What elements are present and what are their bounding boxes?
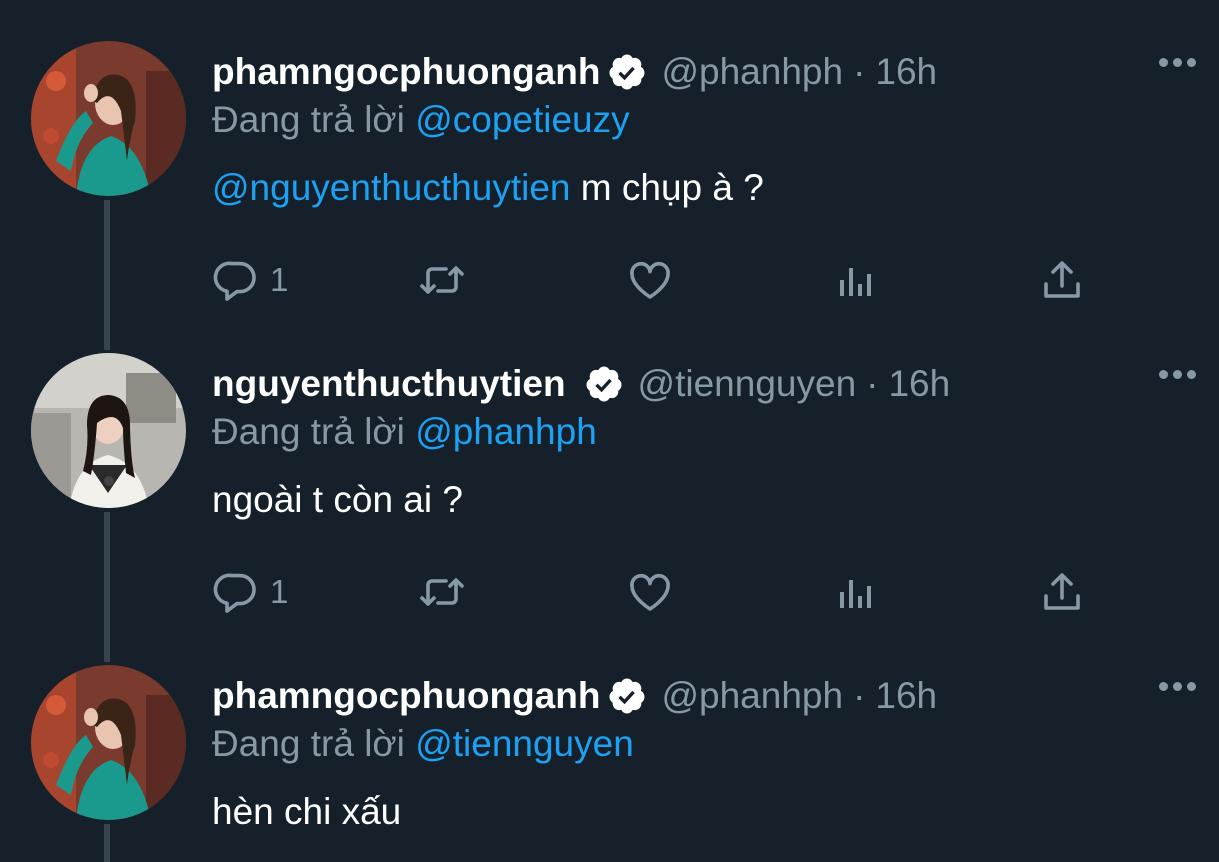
tweet-text: hèn chi xấu bbox=[212, 790, 401, 834]
share-icon bbox=[1044, 261, 1080, 298]
timestamp[interactable]: 16h bbox=[888, 362, 950, 406]
thread-line bbox=[104, 824, 110, 862]
user-handle[interactable]: @phanhph bbox=[661, 50, 843, 94]
analytics-button[interactable] bbox=[832, 568, 880, 616]
separator-dot: · bbox=[853, 675, 866, 716]
tweet-body: m chụp à ? bbox=[570, 167, 764, 208]
analytics-button[interactable] bbox=[832, 256, 880, 304]
more-options-icon[interactable] bbox=[1159, 370, 1196, 379]
tweet[interactable]: nguyenthucthuytien @tiennguyen · 16h Đan… bbox=[0, 312, 1219, 624]
thread-line bbox=[104, 312, 110, 350]
separator-dot: · bbox=[866, 363, 879, 404]
tweet-body: hèn chi xấu bbox=[212, 791, 402, 832]
more-options-icon[interactable] bbox=[1159, 58, 1196, 67]
display-name[interactable]: phamngocphuonganh bbox=[212, 50, 600, 94]
verified-badge-icon bbox=[609, 54, 645, 90]
reply-icon bbox=[213, 261, 256, 301]
retweet-icon bbox=[420, 266, 464, 294]
reply-label: Đang trả lời bbox=[212, 411, 405, 452]
thread-line bbox=[104, 624, 110, 662]
like-button[interactable] bbox=[626, 568, 674, 616]
replying-to: Đang trả lời @tiennguyen bbox=[212, 722, 634, 766]
analytics-icon bbox=[840, 268, 871, 296]
tweet-header: phamngocphuonganh @phanhph · 16h bbox=[212, 674, 937, 718]
share-icon bbox=[1044, 573, 1080, 610]
reply-button[interactable]: 1 bbox=[212, 256, 288, 304]
avatar[interactable] bbox=[31, 41, 186, 196]
tweet-header: nguyenthucthuytien @tiennguyen · 16h bbox=[212, 362, 950, 406]
display-name[interactable]: phamngocphuonganh bbox=[212, 674, 600, 718]
share-button[interactable] bbox=[1038, 568, 1086, 616]
replying-to: Đang trả lời @copetieuzy bbox=[212, 98, 630, 142]
retweet-icon bbox=[420, 578, 464, 606]
user-handle[interactable]: @tiennguyen bbox=[638, 362, 857, 406]
more-options-icon[interactable] bbox=[1159, 682, 1196, 691]
retweet-button[interactable] bbox=[418, 256, 466, 304]
avatar[interactable] bbox=[31, 353, 186, 508]
heart-icon bbox=[630, 573, 670, 611]
timestamp[interactable]: 16h bbox=[875, 674, 937, 718]
reply-label: Đang trả lời bbox=[212, 723, 405, 764]
reply-count: 1 bbox=[270, 573, 289, 610]
display-name[interactable]: nguyenthucthuytien bbox=[212, 362, 566, 406]
tweet-mention[interactable]: @nguyenthucthuytien bbox=[212, 167, 570, 208]
timestamp[interactable]: 16h bbox=[875, 50, 937, 94]
heart-icon bbox=[630, 261, 670, 299]
tweet[interactable]: phamngocphuonganh @phanhph · 16h Đang tr… bbox=[0, 0, 1219, 312]
reply-to-mention[interactable]: @phanhph bbox=[415, 411, 597, 452]
reply-icon bbox=[213, 573, 256, 613]
separator-dot: · bbox=[853, 51, 866, 92]
tweet-actions: 1 bbox=[0, 568, 1219, 618]
like-button[interactable] bbox=[626, 256, 674, 304]
reply-to-mention[interactable]: @tiennguyen bbox=[415, 723, 634, 764]
verified-badge-icon bbox=[586, 366, 622, 402]
tweet-text: ngoài t còn ai ? bbox=[212, 478, 463, 522]
reply-to-mention[interactable]: @copetieuzy bbox=[415, 99, 629, 140]
avatar[interactable] bbox=[31, 665, 186, 820]
replying-to: Đang trả lời @phanhph bbox=[212, 410, 597, 454]
tweet-actions: 1 bbox=[0, 256, 1219, 306]
verified-badge-icon bbox=[609, 678, 645, 714]
analytics-icon bbox=[840, 580, 871, 608]
user-handle[interactable]: @phanhph bbox=[661, 674, 843, 718]
share-button[interactable] bbox=[1038, 256, 1086, 304]
reply-count: 1 bbox=[270, 261, 289, 298]
tweet-body: ngoài t còn ai ? bbox=[212, 479, 463, 520]
retweet-button[interactable] bbox=[418, 568, 466, 616]
reply-label: Đang trả lời bbox=[212, 99, 405, 140]
tweet-text: @nguyenthucthuytien m chụp à ? bbox=[212, 166, 764, 210]
tweet-header: phamngocphuonganh @phanhph · 16h bbox=[212, 50, 937, 94]
reply-button[interactable]: 1 bbox=[212, 568, 288, 616]
tweet[interactable]: phamngocphuonganh @phanhph · 16h Đang tr… bbox=[0, 624, 1219, 862]
